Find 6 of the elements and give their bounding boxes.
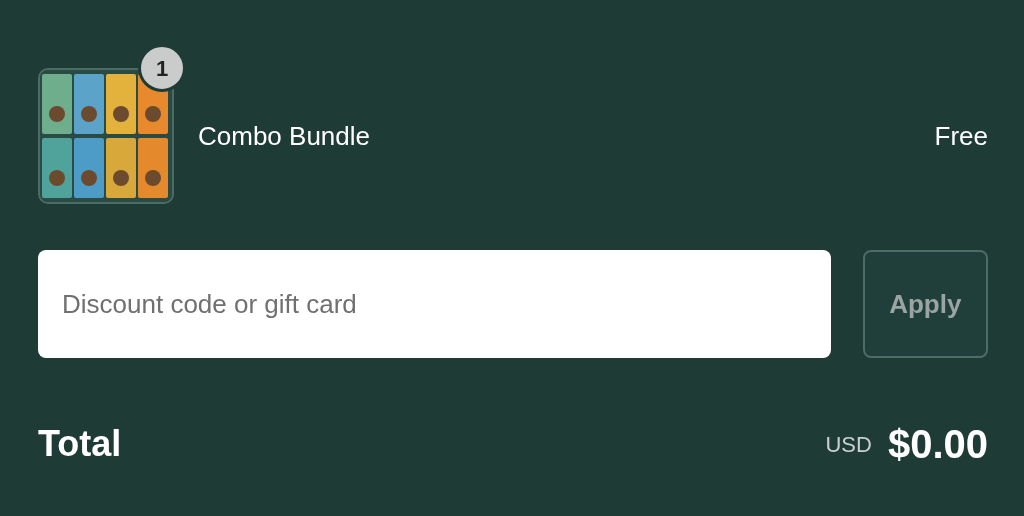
total-amount: $0.00 [887, 421, 988, 468]
currency-code: USD [825, 430, 872, 459]
total-label: Total [38, 422, 123, 466]
product-name: Combo Bundle [198, 119, 371, 153]
product-price: Free [934, 119, 988, 153]
quantity-badge: 1 [138, 44, 186, 92]
